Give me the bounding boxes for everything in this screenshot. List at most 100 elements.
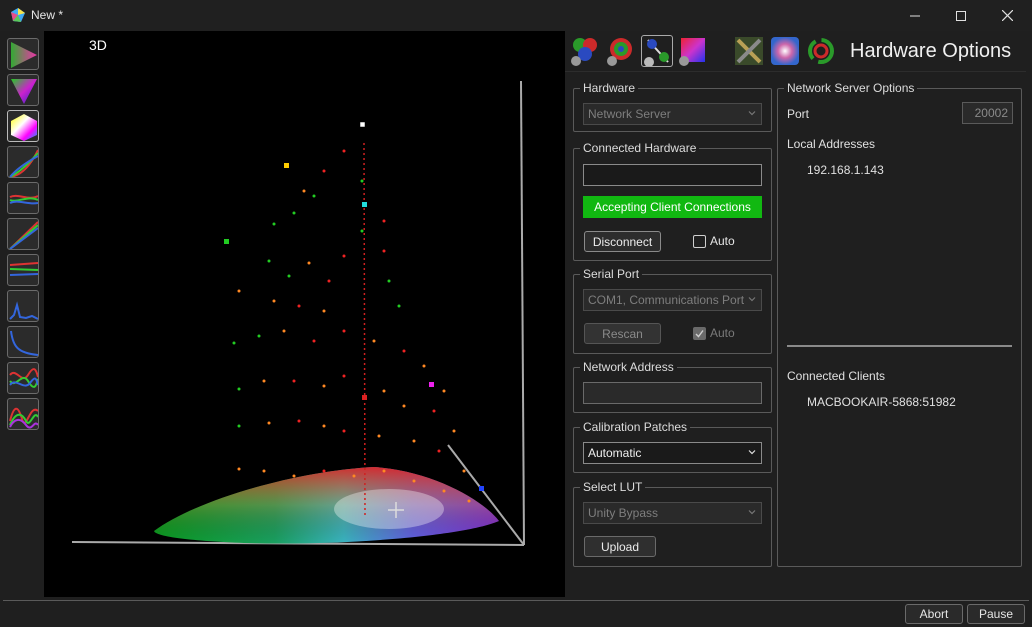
view-button-rgb-levels[interactable] — [7, 254, 39, 286]
heading-divider — [565, 71, 1026, 72]
color-square-icon — [771, 37, 799, 65]
hardware-select-value: Network Server — [588, 107, 671, 121]
tab-display-settings[interactable] — [677, 35, 709, 67]
maximize-button[interactable] — [938, 0, 984, 31]
hardware-group-title: Hardware — [580, 81, 639, 95]
serial-port-select-value: COM1, Communications Port — [588, 293, 745, 307]
calibration-patches-group-title: Calibration Patches — [580, 420, 691, 434]
chevron-down-icon — [748, 297, 756, 302]
measurement-points — [232, 149, 471, 503]
calibration-patches-select-value: Automatic — [588, 446, 642, 460]
color-cube-icon — [11, 114, 37, 141]
connection-status-indicator: Accepting Client Connections — [583, 196, 762, 218]
connected-hardware-group-title: Connected Hardware — [580, 141, 700, 155]
view-toolbar — [4, 34, 42, 434]
network-address-input[interactable] — [583, 382, 762, 404]
port-label: Port — [787, 107, 810, 121]
chevron-down-icon — [748, 450, 756, 455]
cie-triangle-icon — [11, 79, 37, 104]
spectral-icon — [9, 407, 38, 429]
lut-select-value: Unity Bypass — [588, 506, 659, 520]
minimize-button[interactable] — [892, 0, 938, 31]
serial-port-group: Serial Port COM1, Communications Port Re… — [573, 267, 772, 354]
panel-heading: Hardware Options — [850, 40, 1012, 62]
tab-patch-settings[interactable] — [569, 35, 601, 67]
linear-tracking-icon — [9, 221, 38, 249]
view-button-linear-tracking[interactable] — [7, 218, 39, 250]
rgb-wave-icon — [9, 368, 38, 388]
view-mode-label: 3D — [89, 37, 107, 53]
view-button-luminance-falloff[interactable] — [7, 326, 39, 358]
serial-auto-checkbox[interactable] — [693, 327, 706, 340]
tab-target-settings[interactable] — [605, 35, 637, 67]
local-address-item: 192.168.1.143 — [807, 163, 884, 177]
progress-bar — [3, 600, 1029, 604]
view-button-rgb-balance[interactable] — [7, 182, 39, 214]
close-icon — [1001, 10, 1013, 21]
close-button[interactable] — [984, 0, 1030, 31]
serial-port-group-title: Serial Port — [580, 267, 643, 281]
upload-button[interactable]: Upload — [584, 536, 656, 557]
hardware-select[interactable]: Network Server — [583, 103, 762, 125]
window-title: New * — [31, 8, 64, 22]
view-button-rgb-wave[interactable] — [7, 362, 39, 394]
luminance-falloff-icon — [10, 330, 38, 356]
pause-button[interactable]: Pause — [967, 604, 1025, 624]
footer-bar: Abort Pause — [0, 597, 1032, 627]
tools-cross-icon — [735, 37, 763, 65]
display-gradient-gear-icon — [679, 38, 705, 66]
refresh-cycle-icon — [808, 38, 834, 64]
rescan-button[interactable]: Rescan — [584, 323, 661, 344]
select-lut-group: Select LUT Unity Bypass Upload — [573, 480, 772, 567]
maximize-icon — [956, 10, 966, 21]
disconnect-button[interactable]: Disconnect — [584, 231, 661, 252]
view-button-delta-e[interactable] — [7, 290, 39, 322]
clients-splitter[interactable] — [787, 345, 1012, 347]
tab-tools[interactable] — [733, 35, 765, 67]
rgb-balance-icon — [9, 194, 38, 205]
view-button-spectral[interactable] — [7, 398, 39, 430]
gamma-curve-icon — [9, 149, 38, 177]
tab-hardware-settings[interactable] — [641, 35, 673, 67]
view-button-cie-triangle[interactable] — [7, 74, 39, 106]
panel-tab-bar — [568, 35, 838, 69]
lut-select[interactable]: Unity Bypass — [583, 502, 762, 524]
serial-auto-label: Auto — [710, 326, 735, 340]
app-logo-icon — [11, 8, 25, 22]
hardware-plug-gear-icon — [644, 39, 669, 66]
rgb-levels-icon — [9, 262, 38, 276]
network-address-group-title: Network Address — [580, 360, 677, 374]
triangle-gradient-icon — [11, 42, 37, 68]
view-button-luminance-triangle[interactable] — [7, 38, 39, 70]
connected-auto-label: Auto — [710, 234, 735, 248]
port-input[interactable]: 20002 — [962, 102, 1013, 124]
title-bar: New * — [0, 0, 1032, 31]
connected-hardware-field[interactable] — [583, 164, 762, 186]
network-address-group: Network Address — [573, 360, 772, 413]
minimize-icon — [910, 15, 920, 16]
view-button-gamma-curve[interactable] — [7, 146, 39, 178]
abort-button[interactable]: Abort — [905, 604, 963, 624]
connected-client-item: MACBOOKAIR-5868:51982 — [807, 395, 956, 409]
serial-port-select[interactable]: COM1, Communications Port — [583, 289, 762, 311]
target-gear-icon — [607, 38, 632, 66]
chevron-down-icon — [748, 111, 756, 116]
network-server-options-group: Network Server Options Port 20002 Local … — [777, 81, 1022, 567]
hardware-group: Hardware Network Server — [573, 81, 772, 132]
select-lut-group-title: Select LUT — [580, 480, 646, 494]
chevron-down-icon — [748, 510, 756, 515]
connected-clients-label: Connected Clients — [787, 369, 886, 383]
connected-hardware-group: Connected Hardware Accepting Client Conn… — [573, 141, 772, 261]
local-addresses-label: Local Addresses — [787, 137, 876, 151]
delta-e-graph-icon — [9, 301, 38, 320]
color-volume-plot — [71, 80, 525, 546]
hardware-options-panel: Hardware Options Hardware Network Server… — [565, 31, 1032, 597]
calibration-patches-group: Calibration Patches Automatic — [573, 420, 772, 473]
network-server-options-title: Network Server Options — [784, 81, 918, 95]
view-button-3d-cube[interactable] — [7, 110, 39, 142]
tab-color-space[interactable] — [769, 35, 801, 67]
calibration-patches-select[interactable]: Automatic — [583, 442, 762, 464]
3d-viewport[interactable]: 3D — [44, 31, 565, 597]
connected-auto-checkbox[interactable] — [693, 235, 706, 248]
tab-refresh[interactable] — [805, 35, 837, 67]
